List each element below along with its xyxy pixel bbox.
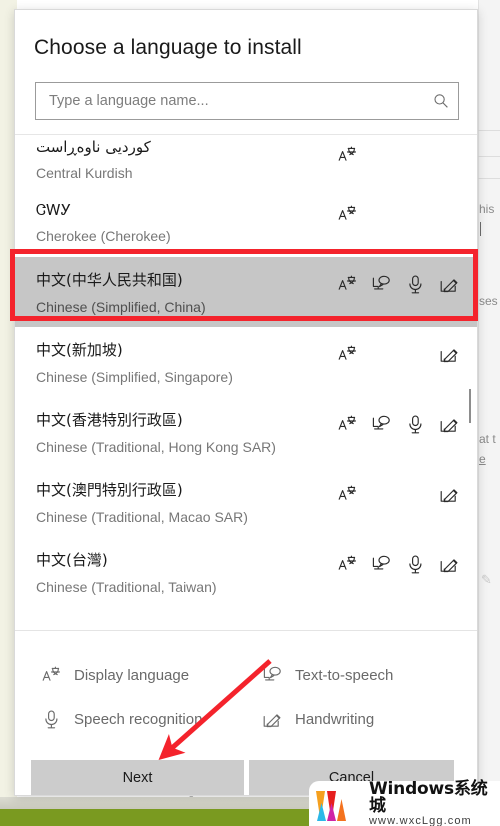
language-feature-icons	[337, 344, 459, 364]
display-language-icon	[337, 274, 357, 294]
language-feature-icons	[337, 145, 459, 165]
language-list-item[interactable]: کوردیی ناوەڕاست Central Kurdish	[15, 135, 477, 187]
background-divider	[478, 130, 500, 131]
language-native-name: 中文(中华人民共和国)	[36, 271, 183, 289]
language-list-item[interactable]: 中文(台灣) Chinese (Traditional, Taiwan)	[15, 537, 477, 607]
language-english-name: Chinese (Simplified, China)	[36, 299, 206, 315]
speech-recognition-icon	[405, 274, 425, 294]
text-to-speech-icon	[371, 554, 391, 574]
handwriting-icon	[439, 274, 459, 294]
language-english-name: Chinese (Traditional, Taiwan)	[36, 579, 217, 595]
page-title: Choose a language to install	[34, 36, 302, 59]
legend-item-label: Handwriting	[295, 710, 375, 728]
search-input[interactable]	[36, 83, 424, 119]
watermark-logo-icon	[316, 790, 346, 821]
language-native-name: 中文(澳門特別行政區)	[36, 481, 183, 499]
display-language-icon	[337, 554, 357, 574]
language-feature-icons	[337, 484, 459, 504]
choose-language-dialog: Choose a language to install کوردیی ناوە…	[14, 9, 478, 796]
handwriting-icon	[439, 414, 459, 434]
watermark-url: www.wxcLgg.com	[369, 814, 472, 826]
handwriting-icon	[262, 709, 282, 729]
search-box[interactable]	[35, 82, 459, 120]
next-button[interactable]: Next	[31, 760, 244, 795]
language-english-name: Chinese (Simplified, Singapore)	[36, 369, 233, 385]
language-native-name: ᏣᎳᎩ	[36, 200, 72, 219]
language-list-item[interactable]: 中文(香港特別行政區) Chinese (Traditional, Hong Ko…	[15, 397, 477, 467]
background-text-fragment: ses	[479, 294, 498, 308]
language-labels: ᏣᎳᎩ Cherokee (Cherokee)	[36, 201, 171, 244]
language-labels: 中文(澳門特別行政區) Chinese (Traditional, Macao S…	[36, 479, 248, 525]
language-feature-icons	[337, 414, 459, 434]
speech-recognition-icon	[405, 414, 425, 434]
display-language-icon	[337, 414, 357, 434]
legend-item-label: Text-to-speech	[295, 666, 394, 684]
legend-item: Speech recognition	[15, 709, 243, 729]
display-language-icon	[337, 344, 357, 364]
handwriting-icon	[439, 554, 459, 574]
background-right-pane	[478, 0, 500, 797]
display-language-icon	[337, 484, 357, 504]
language-native-name: 中文(台灣)	[36, 551, 108, 569]
display-language-icon	[41, 665, 61, 685]
language-feature-icons	[337, 204, 459, 224]
background-text-fragment: his	[479, 202, 495, 216]
display-language-icon	[337, 145, 357, 165]
language-english-name: Central Kurdish	[36, 165, 133, 181]
language-labels: 中文(台灣) Chinese (Traditional, Taiwan)	[36, 549, 217, 595]
background-divider	[478, 178, 500, 179]
watermark: Windows系统城 www.wxcLgg.com	[309, 778, 500, 826]
watermark-text: Windows系统城 www.wxcLgg.com	[369, 778, 500, 826]
scrollbar-thumb[interactable]	[469, 389, 471, 423]
display-language-icon	[337, 204, 357, 224]
legend-item-label: Speech recognition	[74, 710, 203, 728]
background-text-fragment: at t	[479, 432, 496, 446]
language-list-item[interactable]: 中文(澳門特別行政區) Chinese (Traditional, Macao S…	[15, 467, 477, 537]
language-english-name: Cherokee (Cherokee)	[36, 227, 171, 244]
language-list-item[interactable]: 中文(新加坡) Chinese (Simplified, Singapore)	[15, 327, 477, 397]
feature-legend: Display language Text-to-speech Speech r…	[15, 630, 477, 741]
language-labels: 中文(香港特別行政區) Chinese (Traditional, Hong Ko…	[36, 409, 276, 455]
watermark-title: Windows系统城	[369, 778, 488, 816]
legend-item: Text-to-speech	[243, 665, 393, 685]
language-native-name: کوردیی ناوەڕاست	[36, 138, 151, 156]
text-to-speech-icon	[371, 414, 391, 434]
language-labels: 中文(中华人民共和国) Chinese (Simplified, China)	[36, 269, 206, 315]
text-to-speech-icon	[262, 665, 282, 685]
language-list-scrollbar[interactable]	[469, 134, 475, 630]
legend-row: Speech recognition Handwriting	[15, 697, 477, 741]
language-english-name: Chinese (Traditional, Hong Kong SAR)	[36, 439, 276, 455]
language-list[interactable]: کوردیی ناوەڕاست Central Kurdish ᏣᎳᎩ Cher…	[15, 134, 477, 630]
language-feature-icons	[337, 554, 459, 574]
language-native-name: 中文(香港特別行政區)	[36, 411, 183, 429]
search-icon[interactable]	[424, 93, 458, 109]
background-text-caret	[480, 222, 481, 236]
handwriting-icon	[439, 484, 459, 504]
text-to-speech-icon	[371, 274, 391, 294]
legend-item: Handwriting	[243, 709, 374, 729]
language-english-name: Chinese (Traditional, Macao SAR)	[36, 509, 248, 525]
handwriting-icon: ✎	[481, 572, 492, 587]
background-text-fragment: e	[479, 452, 486, 466]
legend-item: Display language	[15, 665, 243, 685]
language-native-name: 中文(新加坡)	[36, 341, 123, 359]
background-divider	[478, 156, 500, 157]
language-feature-icons	[337, 274, 459, 294]
speech-recognition-icon	[41, 709, 61, 729]
speech-recognition-icon	[405, 554, 425, 574]
legend-row: Display language Text-to-speech	[15, 653, 477, 697]
legend-item-label: Display language	[74, 666, 190, 684]
handwriting-icon	[439, 344, 459, 364]
language-list-item[interactable]: ᏣᎳᎩ Cherokee (Cherokee)	[15, 187, 477, 257]
language-labels: 中文(新加坡) Chinese (Simplified, Singapore)	[36, 339, 233, 385]
language-labels: کوردیی ناوەڕاست Central Kurdish	[36, 138, 151, 181]
language-list-item[interactable]: 中文(中华人民共和国) Chinese (Simplified, China)	[15, 257, 477, 327]
